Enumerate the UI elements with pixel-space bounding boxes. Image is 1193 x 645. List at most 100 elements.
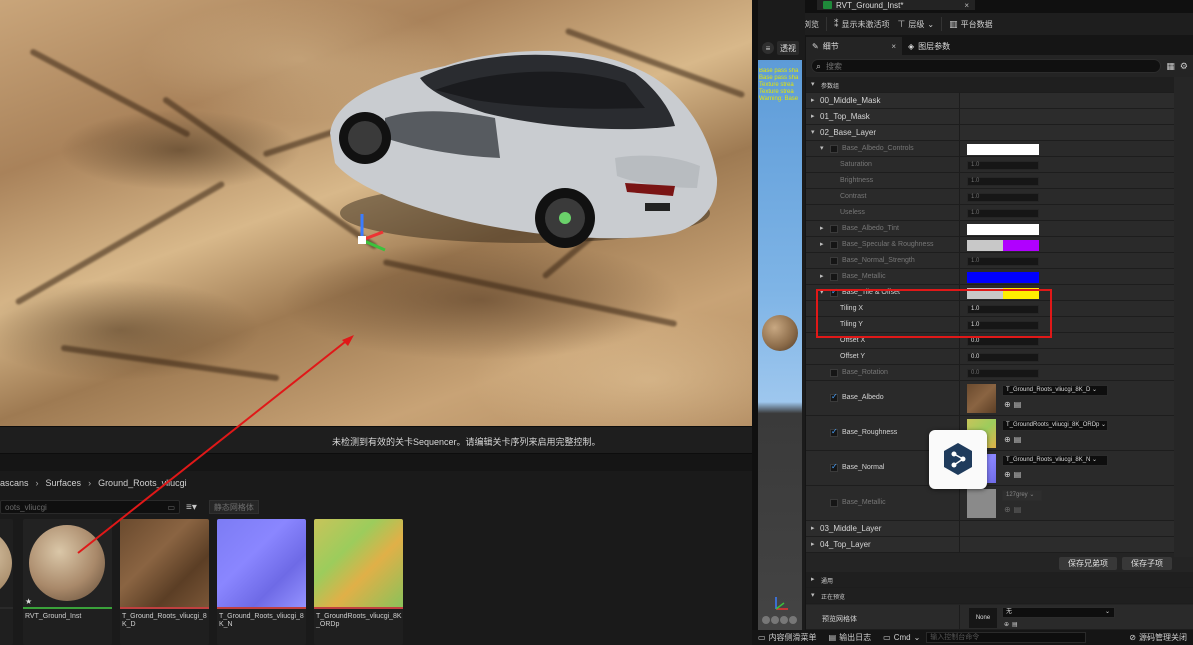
param-tile-offset[interactable]: ▾ Base_Tile & Offset [806,285,1193,301]
metallic-texture-combo[interactable]: 127grey ⌄ [1002,490,1042,501]
asset-browse-icon[interactable]: ⊕▤ [1004,621,1021,628]
section-general[interactable]: ▸ 通用 [806,572,1193,588]
table-view-icon[interactable]: ▦ [1166,61,1175,72]
albedo-controls-swatch[interactable] [967,144,1039,155]
asset-browse-icon[interactable]: ⊕▤ [1004,435,1024,444]
param-checkbox[interactable] [830,462,838,472]
cmd-button[interactable]: ▭ Cmd ⌄ [877,633,926,642]
layer-top-mask[interactable]: ▸ 01_Top_Mask [806,109,1193,125]
tiling-y-input[interactable]: 1.0 [967,321,1039,330]
preview-viewport[interactable]: Base pass sha Base pass sha Texture stre… [758,60,802,630]
contrast-input[interactable]: 1.0 [967,193,1039,202]
save-sibling-button[interactable]: 保存兄弟项 [1059,557,1117,570]
show-inactive-button[interactable]: ⁑ 显示未激活项 [830,15,894,33]
param-albedo-texture[interactable]: Base_Albedo T_Ground_Roots_vliucgi_8K_D ⌄… [806,381,1193,416]
offset-x-input[interactable]: 0.0 [967,337,1039,346]
favorite-star-icon[interactable]: ★ [25,597,32,606]
cube-icon[interactable] [789,616,797,624]
saturation-input[interactable]: 1.0 [967,161,1039,170]
asset-tile[interactable] [0,519,13,645]
tab-layer-params[interactable]: ◈ 图层参数 [902,37,956,55]
rotation-input[interactable]: 0.0 [967,369,1039,378]
details-scrollbar[interactable] [1174,77,1193,557]
perspective-button[interactable]: 透视 [777,41,799,55]
breadcrumb-item[interactable]: Ground_Roots_vliucgi [98,478,187,488]
offset-y-input[interactable]: 0.0 [967,353,1039,362]
param-specular-roughness[interactable]: ▸ Base_Specular & Roughness [806,237,1193,253]
details-search-input[interactable]: ⌕ 搜索 [811,59,1162,73]
normal-strength-input[interactable]: 1.0 [967,257,1039,266]
param-checkbox[interactable] [830,392,838,402]
hierarchy-button[interactable]: ⊤ 层级 ⌄ [894,15,939,33]
save-search-icon[interactable]: ▭ [167,503,175,512]
output-log-button[interactable]: ▤ 输出日志 [823,632,878,643]
useless-input[interactable]: 1.0 [967,209,1039,218]
breadcrumb-item[interactable]: Surfaces [46,478,82,488]
param-checkbox[interactable] [830,369,838,377]
asset-tile[interactable]: T_Ground_Roots_vliucgi_8K_N [217,519,306,645]
albedo-tint-swatch[interactable] [967,224,1039,235]
asset-tile[interactable]: T_Ground_Roots_vliucgi_8K_D [120,519,209,645]
tiling-x-input[interactable]: 1.0 [967,305,1039,314]
floating-app-badge[interactable] [929,430,987,489]
metallic-swatch[interactable] [967,272,1039,283]
layer-middle-mask[interactable]: ▸ 00_Middle_Mask [806,93,1193,109]
content-drawer-button[interactable]: ▭ 内容侧滑菜单 [752,632,823,643]
section-previewing[interactable]: ▾ 正在预览 [806,588,1193,604]
param-checkbox[interactable] [830,427,838,437]
sphere-icon[interactable] [771,616,779,624]
close-icon[interactable]: × [891,42,896,51]
plane-icon[interactable] [780,616,788,624]
level-viewport[interactable] [0,0,752,426]
param-checkbox[interactable] [830,225,838,233]
param-checkbox[interactable] [830,241,838,249]
layer-base-layer[interactable]: ▾ 02_Base_Layer [806,125,1193,141]
static-mesh-filter[interactable]: 静态网格体 [208,500,259,514]
asset-tile[interactable]: T_GroundRoots_vliucgi_8K_ORDp [314,519,403,645]
albedo-texture-combo[interactable]: T_Ground_Roots_vliucgi_8K_D ⌄ [1002,385,1108,396]
param-rotation[interactable]: Base_Rotation 0.0 [806,365,1193,381]
cylinder-icon[interactable] [762,616,770,624]
document-tab[interactable]: RVT_Ground_Inst* × [817,0,975,10]
param-roughness-texture[interactable]: Base_Roughness T_GroundRoots_vliucgi_8K_O… [806,416,1193,451]
param-albedo-tint[interactable]: ▸ Base_Albedo_Tint [806,221,1193,237]
layer-top-layer[interactable]: ▸ 04_Top_Layer [806,537,1193,553]
asset-browse-icon[interactable]: ⊕▤ [1004,470,1024,479]
tile-offset-swatch[interactable] [967,288,1039,299]
gear-icon[interactable]: ⚙ [1180,61,1188,72]
close-icon[interactable]: × [964,1,969,10]
filter-icon[interactable]: ≡▾ [186,502,197,513]
asset-tile[interactable]: ★ RVT_Ground_Inst [23,519,112,645]
asset-browse-icon[interactable]: ⊕▤ [1004,400,1024,409]
source-control-button[interactable]: ⊘ 源码管理关闭 [1123,632,1193,643]
param-metallic[interactable]: ▸ Base_Metallic [806,269,1193,285]
preview-mesh-combo[interactable]: 无 ⌄ [1002,607,1115,618]
roughness-texture-combo[interactable]: T_GroundRoots_vliucgi_8K_ORDp ⌄ [1002,420,1108,431]
breadcrumb-item[interactable]: ascans [0,478,29,488]
normal-texture-combo[interactable]: T_Ground_Roots_vliucgi_8K_N ⌄ [1002,455,1108,466]
tab-details[interactable]: ✎ 细节 × [806,37,902,55]
param-checkbox[interactable] [830,499,838,507]
metallic-texture-thumb[interactable] [967,489,996,518]
hamburger-menu-icon[interactable]: ≡ [762,42,774,54]
param-checkbox[interactable] [830,257,838,265]
asset-browse-icon[interactable]: ⊕▤ [1004,505,1024,514]
param-albedo-controls[interactable]: ▾ Base_Albedo_Controls [806,141,1193,157]
param-normal-texture[interactable]: Base_Normal T_Ground_Roots_vliucgi_8K_N ⌄… [806,451,1193,486]
content-search-input[interactable]: oots_vliucgi ▭ [0,500,180,514]
save-child-button[interactable]: 保存子项 [1122,557,1172,570]
section-params[interactable]: ▾ 参数组 [806,77,1193,93]
platform-stats-button[interactable]: ▥ 平台数据 [945,15,997,33]
brightness-input[interactable]: 1.0 [967,177,1039,186]
param-metallic-texture[interactable]: Base_Metallic 127grey ⌄ ⊕▤ [806,486,1193,521]
specular-roughness-swatch[interactable] [967,240,1039,251]
transform-gizmo[interactable] [345,210,395,260]
albedo-texture-thumb[interactable] [967,384,996,413]
layer-middle-layer[interactable]: ▸ 03_Middle_Layer [806,521,1193,537]
param-checkbox[interactable] [830,273,838,281]
param-checkbox[interactable] [830,287,838,297]
param-normal-strength[interactable]: Base_Normal_Strength 1.0 [806,253,1193,269]
console-input[interactable]: 输入控制台命令 [926,632,1087,643]
param-checkbox[interactable] [830,145,838,153]
terrain-crack [14,180,226,306]
